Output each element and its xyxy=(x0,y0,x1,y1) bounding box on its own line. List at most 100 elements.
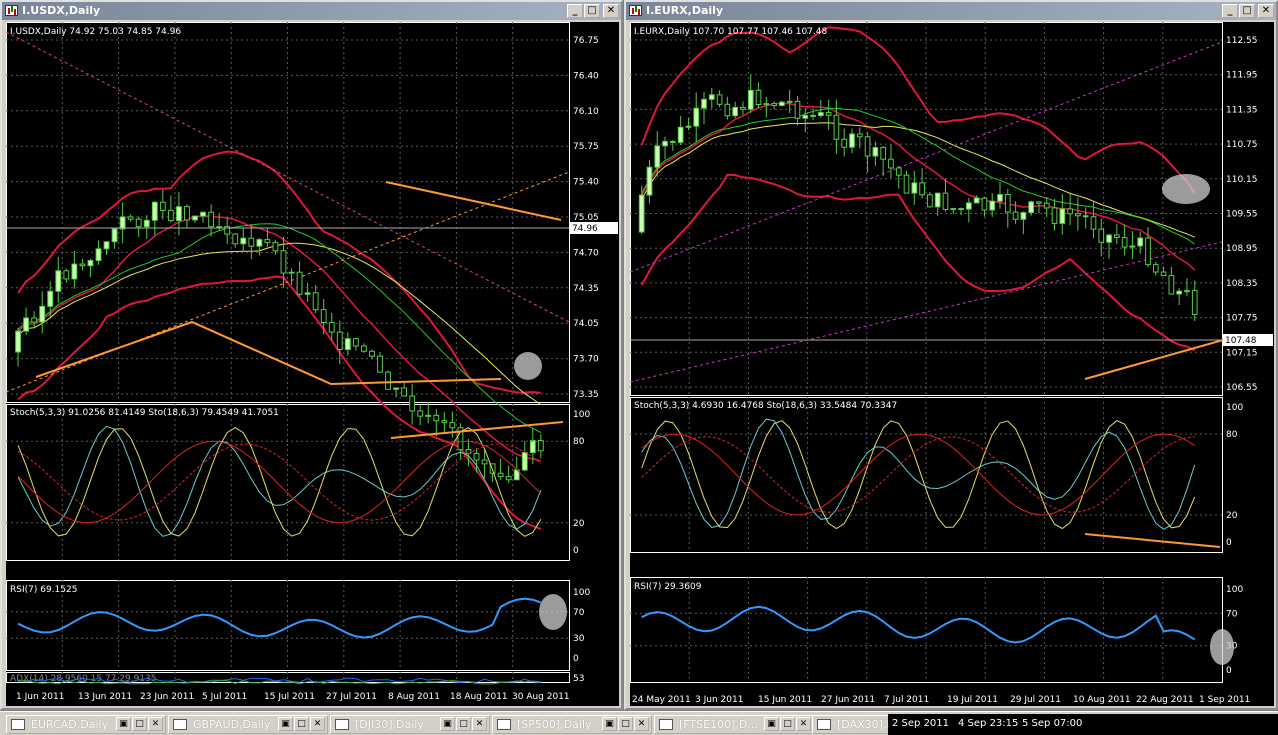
close-button[interactable]: ✕ xyxy=(310,717,325,731)
candle-body xyxy=(1020,212,1027,220)
candle-body xyxy=(755,89,762,106)
candle-body xyxy=(192,215,198,221)
candle-body xyxy=(1152,264,1159,273)
candle-body xyxy=(1137,237,1144,247)
price-axis-label: 108.95 xyxy=(1226,244,1258,254)
task-gbpaud[interactable]: GBPAUD,Daily ▣ □ ✕ xyxy=(168,715,328,734)
close-button[interactable]: ✕ xyxy=(472,717,487,731)
price-axis-label: 76.75 xyxy=(573,36,599,46)
candle-body xyxy=(1160,271,1167,277)
candle-body xyxy=(1012,211,1019,220)
price-axis-label: 111.95 xyxy=(1226,71,1258,81)
close-button[interactable]: ✕ xyxy=(796,717,811,731)
usdx-chart-window[interactable]: I.USDX,Daily _ □ ✕ 76.75 76.40 76.10 75.75 7… xyxy=(0,0,623,710)
candle-body xyxy=(167,209,174,222)
candle-body xyxy=(1075,213,1081,217)
stoch-axis-label: 100 xyxy=(573,410,590,420)
task-dax30[interactable]: [DAX30],D... xyxy=(812,715,892,734)
restore-button[interactable]: ▣ xyxy=(602,717,617,731)
eurx-titlebar[interactable]: I.EURX,Daily _ □ ✕ xyxy=(626,2,1276,20)
date-axis-label: 15 Jul 2011 xyxy=(264,692,315,702)
maximize-button[interactable]: □ xyxy=(584,4,600,18)
minimize-button[interactable]: _ xyxy=(1222,4,1238,18)
candle-body xyxy=(1184,290,1190,293)
task-dji30[interactable]: [DJI30],Daily ▣ □ ✕ xyxy=(330,715,490,734)
candle-body xyxy=(119,216,126,230)
candle-body xyxy=(103,241,110,250)
candle-body xyxy=(927,194,933,208)
rsi-axis-label: 30 xyxy=(573,634,585,644)
stoch-slow-signal-line xyxy=(641,436,1195,513)
price-axis-label: 109.55 xyxy=(1226,210,1258,220)
chart-window-icon xyxy=(659,719,673,730)
restore-button[interactable]: ▣ xyxy=(278,717,293,731)
maximize-button[interactable]: □ xyxy=(1239,4,1255,18)
eurx-chart-window[interactable]: I.EURX,Daily _ □ ✕ 112.55 111.95 111.35 110… xyxy=(624,0,1278,710)
candle-body xyxy=(304,292,311,295)
candle-body xyxy=(638,194,645,233)
maximize-button[interactable]: □ xyxy=(618,717,633,731)
restore-button[interactable]: ▣ xyxy=(116,717,131,731)
usdx-chart[interactable]: 76.75 76.40 76.10 75.75 75.40 75.05 74.70 74.35… xyxy=(6,22,619,706)
close-button[interactable]: ✕ xyxy=(1258,4,1274,18)
candle-body xyxy=(312,292,319,311)
stoch-axis-label: 100 xyxy=(1226,403,1243,413)
task-eurcad[interactable]: EURCAD,Daily ▣ □ ✕ xyxy=(6,715,166,734)
rsi-axis-label: 0 xyxy=(573,654,579,664)
candle-body xyxy=(1090,216,1097,230)
candle-body xyxy=(441,420,448,424)
maximize-button[interactable]: □ xyxy=(132,717,147,731)
candle-body xyxy=(732,106,738,117)
restore-button[interactable]: ▣ xyxy=(440,717,455,731)
candle-body xyxy=(47,290,54,307)
candle-body xyxy=(1043,202,1050,209)
candle-body xyxy=(151,201,158,221)
usdx-titlebar[interactable]: I.USDX,Daily _ □ ✕ xyxy=(2,2,621,20)
candle-body xyxy=(1191,290,1198,315)
candle-body xyxy=(1129,245,1136,248)
candle-body xyxy=(248,237,255,247)
date-axis-label: 5 Jul 2011 xyxy=(202,692,247,702)
maximize-button[interactable]: □ xyxy=(294,717,309,731)
date-axis-label: 1 Jun 2011 xyxy=(16,692,64,702)
pane-frame xyxy=(630,397,1223,553)
restore-button[interactable]: ▣ xyxy=(764,717,779,731)
candle-body xyxy=(724,103,731,117)
candle-body xyxy=(352,338,359,347)
maximize-button[interactable]: □ xyxy=(780,717,795,731)
candle-body xyxy=(833,114,840,140)
candle-body xyxy=(336,331,343,351)
candle-body xyxy=(55,270,62,292)
candle-body xyxy=(670,140,676,143)
candle-body xyxy=(880,147,886,160)
price-axis-label: 107.75 xyxy=(1226,314,1258,324)
candle-body xyxy=(685,125,692,128)
candle-body xyxy=(344,338,351,351)
bollinger-mid-band xyxy=(641,102,1196,271)
price-axis-label: 74.70 xyxy=(573,248,599,258)
candle-body xyxy=(537,440,544,452)
candle-body xyxy=(997,194,1003,202)
candle-body xyxy=(1067,208,1073,215)
candle-body xyxy=(232,233,239,245)
candle-body xyxy=(529,440,536,454)
bollinger-lower-band xyxy=(640,173,1196,352)
date-axis-label: 7 Jul 2011 xyxy=(884,695,929,705)
task-ftse100[interactable]: [FTSE100],D... ▣ □ ✕ xyxy=(654,715,814,734)
candle-body xyxy=(111,228,118,243)
candle-body xyxy=(708,94,715,100)
candle-body xyxy=(296,271,303,295)
close-button[interactable]: ✕ xyxy=(634,717,649,731)
date-axis-label: 8 Aug 2011 xyxy=(388,692,440,702)
candle-body xyxy=(646,166,653,196)
task-sp500[interactable]: [SP500],Daily ▣ □ ✕ xyxy=(492,715,652,734)
eurx-chart[interactable]: 112.55 111.95 111.35 110.75 110.15 109.55 108.… xyxy=(630,22,1274,706)
candle-body xyxy=(1028,201,1034,214)
close-button[interactable]: ✕ xyxy=(603,4,619,18)
candle-body xyxy=(950,208,957,211)
minimize-button[interactable]: _ xyxy=(567,4,583,18)
close-button[interactable]: ✕ xyxy=(148,717,163,731)
candle-body xyxy=(919,182,925,196)
price-axis-label: 107.15 xyxy=(1226,348,1258,358)
maximize-button[interactable]: □ xyxy=(456,717,471,731)
